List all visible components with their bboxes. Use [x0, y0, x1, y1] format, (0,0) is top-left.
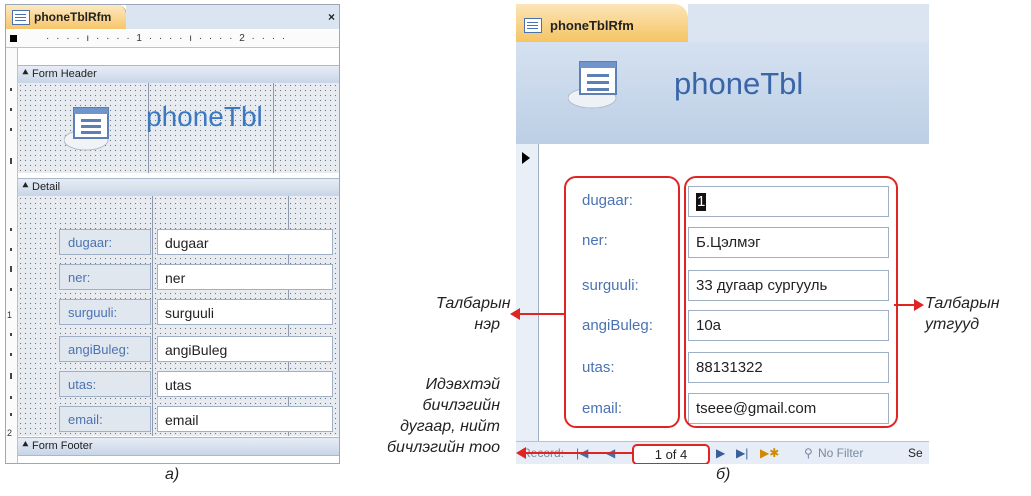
field-names-annotation: Талбарын нэр	[436, 293, 511, 335]
ruler-number: 1	[7, 310, 13, 320]
annotation-line: Идэвхтэй	[425, 376, 500, 393]
record-count-annotation: Идэвхтэй бичлэгийн дугаар, нийт бичлэгий…	[356, 374, 500, 458]
form-view-tab[interactable]: phoneTblRfm	[516, 4, 688, 42]
search-field[interactable]: Se	[908, 446, 923, 460]
ruler-tick	[10, 248, 12, 251]
form-tab-title: phoneTblRfm	[550, 18, 634, 33]
field-values-highlight	[684, 176, 898, 428]
form-icon	[524, 18, 542, 33]
section-arrow-icon: ⯅	[21, 67, 30, 79]
last-record-icon[interactable]: ▶|	[736, 446, 748, 460]
ruler-tick	[10, 413, 12, 416]
annotation-line: Талбарын	[925, 295, 1000, 312]
field-names-highlight	[564, 176, 680, 428]
textbox-email[interactable]: email	[157, 406, 333, 432]
textbox-utas[interactable]: utas	[157, 371, 333, 397]
next-record-icon[interactable]: ▶	[716, 446, 725, 460]
ruler-tick	[10, 373, 12, 379]
ruler-tick	[10, 396, 12, 399]
form-view-panel: phoneTblRfm phoneTbl dugaar: ner: surguu…	[516, 4, 929, 464]
annotation-line: нэр	[474, 316, 500, 333]
textbox-surguuli[interactable]: surguuli	[157, 299, 333, 325]
form-header: phoneTbl	[516, 42, 929, 144]
ruler-tick	[10, 228, 12, 231]
horizontal-ruler: · · · · ı · · · · 1 · · · · ı · · · · 2 …	[6, 31, 339, 48]
design-view-panel: phoneTblRfm × · · · · ı · · · · 1 · · · …	[5, 4, 340, 464]
tab-strip	[688, 4, 929, 42]
arrow-right-icon	[914, 299, 924, 311]
form-icon	[12, 10, 30, 25]
ruler-tick	[10, 128, 12, 131]
vertical-ruler: 1 2	[6, 48, 18, 463]
annotation-line: Талбарын	[436, 295, 511, 312]
label-email[interactable]: email:	[59, 406, 151, 432]
form-footer-label: Form Footer	[32, 440, 93, 452]
tab-strip: ×	[126, 5, 339, 29]
label-dugaar[interactable]: dugaar:	[59, 229, 151, 255]
record-selector[interactable]	[516, 144, 539, 441]
new-record-icon[interactable]: ▶✱	[760, 446, 779, 460]
textbox-angibuleg[interactable]: angiBuleg	[157, 336, 333, 362]
design-view-tab[interactable]: phoneTblRfm	[6, 5, 127, 29]
grid-line	[273, 83, 274, 173]
arrow-left-icon	[510, 308, 520, 320]
ruler-number-2: 2	[7, 428, 13, 438]
arrow-line	[520, 313, 565, 315]
annotation-line: утгууд	[925, 316, 980, 333]
caption-b: б)	[716, 466, 731, 483]
form-logo-icon	[568, 61, 617, 109]
section-arrow-icon: ⯅	[21, 439, 30, 451]
detail-label: Detail	[32, 181, 61, 193]
close-icon[interactable]: ×	[328, 10, 335, 24]
arrow-line	[526, 452, 633, 454]
ruler-tick	[10, 353, 12, 356]
annotation-line: дугаар, нийт	[400, 418, 500, 435]
current-record-arrow-icon	[522, 152, 530, 164]
design-tab-title: phoneTblRfm	[34, 10, 112, 24]
grid-line	[152, 196, 153, 436]
field-values-annotation: Талбарын утгууд	[925, 293, 1000, 335]
ruler-tick	[10, 108, 12, 111]
form-footer-bar[interactable]: ⯅ Form Footer	[18, 437, 339, 456]
ruler-tick	[10, 158, 12, 164]
ruler-tick	[10, 333, 12, 336]
label-ner[interactable]: ner:	[59, 264, 151, 290]
form-selector-corner[interactable]	[10, 35, 17, 42]
textbox-dugaar[interactable]: dugaar	[157, 229, 333, 255]
label-utas[interactable]: utas:	[59, 371, 151, 397]
form-title: phoneTbl	[674, 66, 804, 101]
textbox-ner[interactable]: ner	[157, 264, 333, 290]
form-logo-icon[interactable]	[64, 102, 120, 152]
caption-a: а)	[165, 466, 180, 483]
annotation-line: бичлэгийн тоо	[387, 439, 500, 456]
detail-bar[interactable]: ⯅ Detail	[18, 178, 339, 197]
label-surguuli[interactable]: surguuli:	[59, 299, 151, 325]
form-header-bar[interactable]: ⯅ Form Header	[18, 65, 339, 84]
form-header-label: Form Header	[32, 68, 97, 80]
arrow-line	[894, 304, 916, 306]
section-arrow-icon: ⯅	[21, 180, 30, 192]
ruler-marks: · · · · ı · · · · 1 · · · · ı · · · · 2 …	[46, 33, 288, 44]
no-filter-label[interactable]: No Filter	[818, 446, 863, 460]
ruler-tick	[10, 266, 12, 272]
annotation-line: бичлэгийн	[422, 397, 500, 414]
record-counter[interactable]: 1 of 4	[632, 444, 710, 464]
arrow-left-icon	[516, 447, 526, 459]
filter-icon[interactable]: ⚲	[804, 446, 813, 460]
ruler-tick	[10, 88, 12, 91]
header-title-label[interactable]: phoneTbl	[146, 101, 263, 133]
ruler-tick	[10, 288, 12, 291]
label-angibuleg[interactable]: angiBuleg:	[59, 336, 151, 362]
